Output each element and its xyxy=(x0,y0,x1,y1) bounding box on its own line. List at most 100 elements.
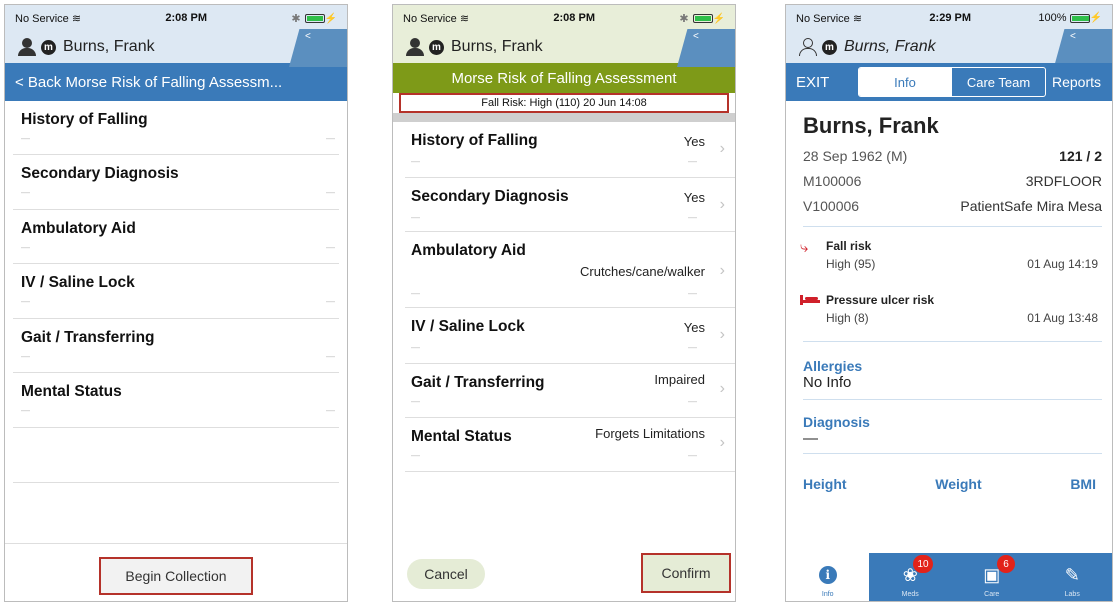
fall-risk-date: 01 Aug 14:19 xyxy=(1027,257,1098,271)
item-label: History of Falling xyxy=(411,132,538,149)
tabbar-info[interactable]: i Info xyxy=(786,553,870,601)
placeholder-dash: — xyxy=(688,156,697,166)
facility-value: PatientSafe Mira Mesa xyxy=(960,197,1102,214)
bed-icon xyxy=(800,295,820,305)
empty-row xyxy=(13,428,339,483)
screen-assessment-filled: No Service ≋ 2:08 PM ✱ ⚡ m Burns, Frank <… xyxy=(392,4,736,602)
charging-icon: ⚡ xyxy=(1089,12,1102,24)
list-item-mental-status[interactable]: Mental Status — — xyxy=(13,373,339,428)
status-bar: No Service ≋ 2:08 PM ✱ ⚡ xyxy=(393,5,735,31)
side-drawer-tab[interactable]: < xyxy=(1054,29,1112,67)
pressure-ulcer-risk-item[interactable]: Pressure ulcer risk High (8) 01 Aug 13:4… xyxy=(786,285,1112,339)
item-label: IV / Saline Lock xyxy=(21,274,135,292)
allergies-section[interactable]: Allergies No Info xyxy=(786,358,1112,391)
page-title: Morse Risk of Falling Assessment xyxy=(451,69,677,87)
item-value: Impaired xyxy=(654,372,705,387)
placeholder-dash: — xyxy=(326,405,335,416)
confirm-button[interactable]: Confirm xyxy=(641,553,731,593)
tabbar-meds[interactable]: ❀ 10 Meds xyxy=(869,553,951,601)
tabbar-labs-label: Labs xyxy=(1064,591,1080,598)
placeholder-dash: — xyxy=(411,156,420,166)
list-item-secondary-diagnosis[interactable]: Secondary Diagnosis Yes › — — xyxy=(405,178,735,232)
reports-button[interactable]: Reports xyxy=(1046,74,1101,90)
fall-risk-icon: ⤷ xyxy=(800,239,809,256)
list-item-history-of-falling[interactable]: History of Falling — — xyxy=(13,101,339,155)
item-label: Ambulatory Aid xyxy=(21,219,136,237)
placeholder-dash: — xyxy=(21,241,30,252)
list-item-iv-saline-lock[interactable]: IV / Saline Lock Yes › — — xyxy=(405,308,735,364)
placeholder-dash: — xyxy=(688,212,697,222)
item-label: Gait / Transferring xyxy=(411,374,545,391)
list-item-iv-saline-lock[interactable]: IV / Saline Lock — — xyxy=(13,264,339,319)
mrn-value: M100006 xyxy=(803,172,862,189)
list-item-secondary-diagnosis[interactable]: Secondary Diagnosis — — xyxy=(13,155,339,210)
patient-icon xyxy=(405,37,425,57)
chevron-right-icon: › xyxy=(719,196,725,213)
fall-risk-banner: Fall Risk: High (110) 20 Jun 14:08 xyxy=(399,93,729,113)
divider xyxy=(803,453,1102,454)
placeholder-dash: — xyxy=(688,342,697,352)
diagnosis-title: Diagnosis xyxy=(803,414,870,430)
placeholder-dash: — xyxy=(411,396,420,406)
tabbar-care[interactable]: ▣ 6 Care xyxy=(950,553,1033,601)
list-item-gait-transferring[interactable]: Gait / Transferring Impaired › — — xyxy=(405,364,735,418)
list-item-mental-status[interactable]: Mental Status Forgets Limitations › — — xyxy=(405,418,735,472)
patient-icon xyxy=(798,37,818,57)
fall-risk-item[interactable]: ⤷ Fall risk High (95) 01 Aug 14:19 xyxy=(786,231,1112,285)
fall-risk-title: Fall risk xyxy=(826,239,872,253)
top-nav-bar: EXIT Info Care Team Reports xyxy=(786,63,1112,101)
chevron-left-icon: < xyxy=(693,31,699,42)
list-item-gait-transferring[interactable]: Gait / Transferring — — xyxy=(13,319,339,374)
assessment-list: History of Falling Yes › — — Secondary D… xyxy=(393,122,735,472)
segmented-control: Info Care Team xyxy=(858,67,1046,97)
tabbar-care-label: Care xyxy=(984,591,1000,598)
placeholder-dash: — xyxy=(411,450,420,460)
tab-info[interactable]: Info xyxy=(859,68,951,96)
screen-patient-info: No Service ≋ 2:29 PM 100% ⚡ m Burns, Fra… xyxy=(785,4,1113,602)
m-badge-icon: m xyxy=(41,39,56,55)
patient-header[interactable]: m Burns, Frank < xyxy=(786,29,1112,67)
placeholder-dash: — xyxy=(411,212,420,222)
info-icon: i xyxy=(818,566,837,584)
list-item-ambulatory-aid[interactable]: Ambulatory Aid — — xyxy=(13,210,339,265)
patient-header[interactable]: m Burns, Frank < xyxy=(5,29,347,67)
screen-assessment-empty: No Service ≋ 2:08 PM ✱ ⚡ m Burns, Frank <… xyxy=(4,4,348,602)
status-bar: No Service ≋ 2:29 PM 100% ⚡ xyxy=(786,5,1112,31)
chevron-right-icon: › xyxy=(719,140,725,157)
divider xyxy=(803,399,1102,400)
tab-care-team[interactable]: Care Team xyxy=(951,68,1045,96)
height-label: Height xyxy=(803,476,847,492)
test-tube-icon: ✎ xyxy=(1064,565,1080,585)
placeholder-dash: — xyxy=(21,187,30,197)
bottom-tab-bar: i Info ❀ 10 Meds ▣ 6 Care ✎ Labs xyxy=(786,553,1112,601)
back-nav-bar[interactable]: < Back Morse Risk of Falling Assessm... xyxy=(5,63,347,101)
side-drawer-tab[interactable]: < xyxy=(289,29,347,67)
wifi-icon: ≋ xyxy=(852,12,863,25)
dob-value: 28 Sep 1962 (M) xyxy=(803,147,908,164)
fall-risk-value: High (95) xyxy=(826,257,876,271)
item-label: Secondary Diagnosis xyxy=(21,165,179,182)
item-label: Mental Status xyxy=(411,428,512,445)
exit-button[interactable]: EXIT xyxy=(786,74,858,91)
list-item-ambulatory-aid[interactable]: Ambulatory Aid Crutches/cane/walker › — … xyxy=(405,232,735,308)
item-value: Yes xyxy=(683,320,705,335)
placeholder-dash: — xyxy=(326,350,335,361)
care-badge: 6 xyxy=(996,555,1015,573)
list-item-history-of-falling[interactable]: History of Falling Yes › — — xyxy=(405,122,735,178)
cancel-button[interactable]: Cancel xyxy=(407,559,485,589)
back-button[interactable]: < Back Morse Risk of Falling Assessm... xyxy=(15,74,282,91)
item-value: Forgets Limitations xyxy=(595,426,705,441)
patient-header[interactable]: m Burns, Frank < xyxy=(393,29,735,67)
chevron-right-icon: › xyxy=(719,262,725,279)
charging-icon: ⚡ xyxy=(324,13,337,25)
carrier-label: No Service xyxy=(403,12,457,25)
placeholder-dash: — xyxy=(688,396,697,406)
tabbar-labs[interactable]: ✎ Labs xyxy=(1032,553,1112,601)
item-value: Crutches/cane/walker xyxy=(580,264,705,279)
begin-collection-button[interactable]: Begin Collection xyxy=(99,557,253,595)
diagnosis-section[interactable]: Diagnosis — xyxy=(786,414,1112,447)
clock-label: 2:08 PM xyxy=(553,12,595,24)
bottom-toolbar: Begin Collection xyxy=(5,543,347,601)
battery-icon xyxy=(304,14,325,24)
side-drawer-tab[interactable]: < xyxy=(677,29,735,67)
